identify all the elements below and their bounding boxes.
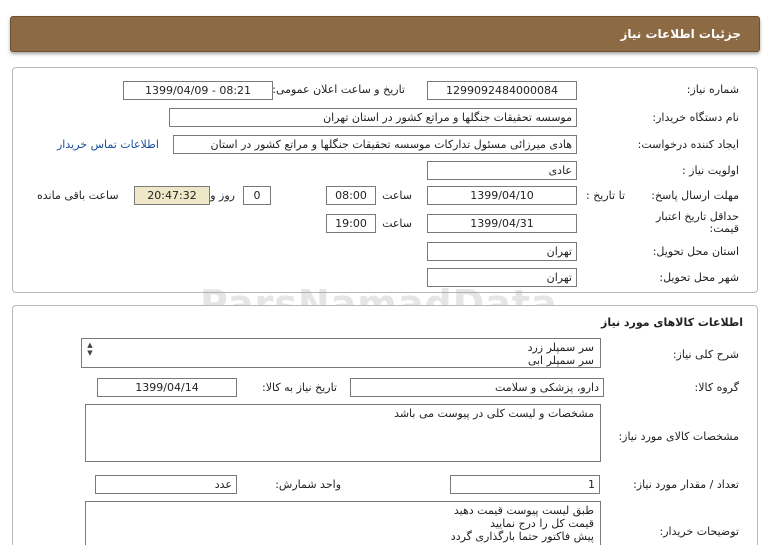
- goods-section-title: اطلاعات کالاهای مورد نیاز: [601, 316, 743, 329]
- qty-field: 1: [450, 475, 600, 494]
- buyer-field: موسسه تحقیقات جنگلها و مراتع کشور در است…: [169, 108, 577, 127]
- need-date-field: 1399/04/14: [97, 378, 237, 397]
- group-label: گروه کالا:: [694, 381, 739, 394]
- buyer-contact-link[interactable]: اطلاعات تماس خریدار: [57, 138, 159, 151]
- qty-label: تعداد / مقدار مورد نیاز:: [633, 478, 739, 491]
- notes-line-1: طبق لیست پیوست قیمت دهید: [453, 504, 594, 517]
- priority-label: اولویت نیاز :: [681, 164, 739, 177]
- province-label: استان محل تحویل:: [652, 245, 739, 258]
- deadline-label: مهلت ارسال پاسخ:: [651, 189, 739, 202]
- validity-label: حداقل تاریخ اعتبار قیمت:: [655, 210, 739, 235]
- desc-line-2: سر سمپلر ابی: [527, 354, 594, 367]
- days-field: 0: [243, 186, 271, 205]
- need-date-label: تاریخ نیاز به کالا:: [262, 381, 337, 394]
- notes-line-2: قیمت کل را درج نمایید: [490, 517, 594, 530]
- deadline-time-field: 08:00: [326, 186, 376, 205]
- spec-textarea[interactable]: مشخصات و لیست کلی در پیوست می باشد: [85, 404, 601, 462]
- days-label: روز و: [210, 189, 235, 202]
- desc-textarea[interactable]: سر سمپلر زرد سر سمپلر ابی ▲ ▼: [81, 338, 601, 368]
- group-field: دارو، پزشکی و سلامت: [350, 378, 604, 397]
- buyer-notes-textarea[interactable]: طبق لیست پیوست قیمت دهید قیمت کل را درج …: [85, 501, 601, 545]
- unit-field: عدد: [95, 475, 237, 494]
- desc-line-1: سر سمپلر زرد: [527, 341, 594, 354]
- priority-field: عادی: [427, 161, 577, 180]
- announce-label: تاریخ و ساعت اعلان عمومی:: [272, 83, 405, 96]
- city-field: تهران: [427, 268, 577, 287]
- validity-time-label: ساعت: [382, 217, 412, 230]
- deadline-to-date-label: تا تاریخ :: [586, 189, 625, 202]
- goods-info-panel: اطلاعات کالاهای مورد نیاز شرح کلی نیاز: …: [12, 305, 758, 545]
- province-field: تهران: [427, 242, 577, 261]
- need-number-label: شماره نیاز:: [686, 83, 739, 96]
- page-header: جزئیات اطلاعات نیاز: [10, 16, 760, 52]
- page-title: جزئیات اطلاعات نیاز: [620, 27, 741, 41]
- validity-date-field: 1399/04/31: [427, 214, 577, 233]
- notes-line-3: پیش فاکتور حتما بارگذاری گردد: [450, 530, 594, 543]
- buyer-notes-label: توضیحات خریدار:: [659, 525, 740, 538]
- remaining-time-field: 20:47:32: [134, 186, 210, 205]
- spec-label: مشخصات کالای مورد نیاز:: [618, 430, 739, 443]
- deadline-time-label: ساعت: [382, 189, 412, 202]
- validity-time-field: 19:00: [326, 214, 376, 233]
- buyer-label: نام دستگاه خریدار:: [652, 111, 739, 124]
- need-number-field: 1299092484000084: [427, 81, 577, 100]
- unit-label: واحد شمارش:: [275, 478, 341, 491]
- desc-label: شرح کلی نیاز:: [672, 348, 739, 361]
- announce-field: 1399/04/09 - 08:21: [123, 81, 273, 100]
- deadline-date-field: 1399/04/10: [427, 186, 577, 205]
- remaining-label: ساعت باقی مانده: [37, 189, 119, 202]
- requester-field: هادی میرزائی مسئول تدارکات موسسه تحقیقات…: [173, 135, 577, 154]
- requester-label: ایجاد کننده درخواست:: [637, 138, 739, 151]
- city-label: شهر محل تحویل:: [659, 271, 739, 284]
- need-info-panel: شماره نیاز: 1299092484000084 تاریخ و ساع…: [12, 67, 758, 293]
- textarea-scroll-arrows-icon[interactable]: ▲ ▼: [85, 341, 95, 357]
